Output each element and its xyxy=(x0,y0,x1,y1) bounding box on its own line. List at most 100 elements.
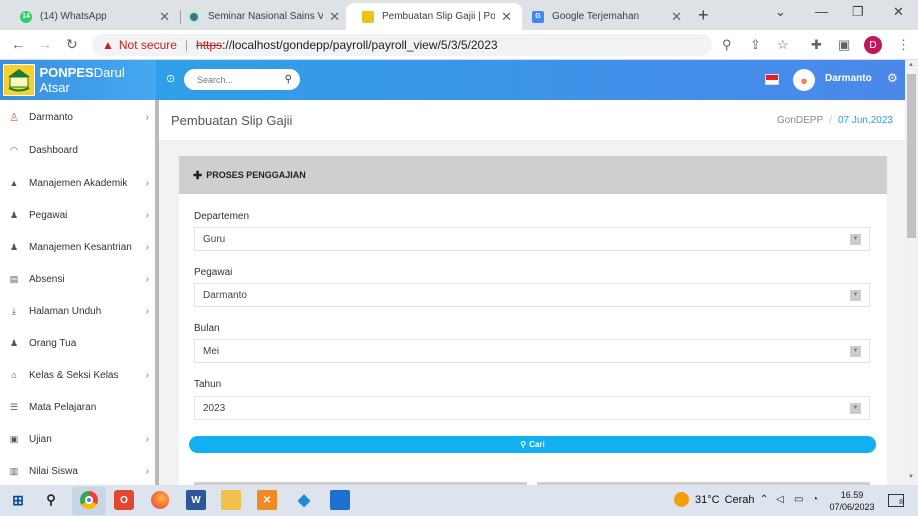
chevron-right-icon: › xyxy=(145,241,149,253)
search-icon[interactable]: ⚲ xyxy=(285,74,292,85)
page-scrollbar[interactable]: ▲ ▼ xyxy=(905,60,918,485)
forward-arrow-icon[interactable]: → xyxy=(38,36,52,52)
share-icon[interactable]: ⇪ xyxy=(750,37,761,53)
address-bar: ← → ↻ ▲ Not secure | https ://localhost/… xyxy=(0,30,918,60)
sidebar-item-kelas-seksi-kelas[interactable]: ⌂ Kelas & Seksi Kelas › xyxy=(0,359,155,391)
sidebar-item-manajemen-akademik[interactable]: ▲ Manajemen Akademik › xyxy=(0,167,155,199)
header-username[interactable]: Darmanto xyxy=(825,73,872,84)
tab-search-button[interactable]: ⌄ xyxy=(775,4,786,20)
sun-icon xyxy=(674,492,689,507)
bookmark-star-icon[interactable]: ☆ xyxy=(777,37,789,53)
clock-date: 07/06/2023 xyxy=(829,502,875,512)
close-tab-icon[interactable]: ✕ xyxy=(671,9,682,25)
chevron-right-icon: › xyxy=(145,209,149,221)
sidebar-item-ujian[interactable]: ▣ Ujian › xyxy=(0,423,155,455)
search-button-label: Cari xyxy=(529,440,545,449)
tahun-select[interactable]: 2023 ▼ xyxy=(194,396,870,420)
file-explorer-icon[interactable] xyxy=(221,490,241,510)
menu-icon[interactable]: ⋮ xyxy=(897,37,910,53)
tab-pembuatan-slip-gajii[interactable]: Pembuatan Slip Gajii | Pondok ✕ xyxy=(346,3,522,30)
brand-name: PONPESDarul Atsar xyxy=(39,65,125,95)
sidebar-item-nilai-siswa[interactable]: ▥ Nilai Siswa › xyxy=(0,455,155,485)
warning-icon[interactable]: ▲ xyxy=(102,38,114,52)
wifi-icon[interactable]: ◔ xyxy=(812,494,818,505)
xampp-icon[interactable]: ✕ xyxy=(257,490,277,510)
back-arrow-icon[interactable]: ← xyxy=(11,36,25,52)
brand[interactable]: PONPESDarul Atsar xyxy=(0,60,156,100)
tab-seminar[interactable]: Seminar Nasional Sains VI – Un ✕ xyxy=(172,3,350,30)
tab-google-terjemahan[interactable]: G Google Terjemahan ✕ xyxy=(516,3,692,30)
departemen-select[interactable]: Guru ▼ xyxy=(194,227,870,251)
sidebar-item-pegawai[interactable]: ♟ Pegawai › xyxy=(0,199,155,231)
sidebar-item-user[interactable]: ♙ Darmanto › xyxy=(0,101,155,133)
briefcase-icon: ▣ xyxy=(9,433,19,444)
extensions-icon[interactable]: ✚ xyxy=(811,37,822,53)
scrollbar-thumb[interactable] xyxy=(907,74,916,238)
browser-tab-strip: 14 (14) WhatsApp ✕ Seminar Nasional Sain… xyxy=(0,0,918,30)
sidebar-item-orang-tua[interactable]: ♟ Orang Tua xyxy=(0,327,155,359)
photos-icon[interactable] xyxy=(330,490,350,510)
office-icon[interactable]: O xyxy=(114,490,134,510)
notification-icon[interactable]: 8 xyxy=(888,494,904,507)
maximize-button[interactable]: ❐ xyxy=(852,4,864,20)
sidebar-item-mata-pelajaran[interactable]: ☰ Mata Pelajaran xyxy=(0,391,155,423)
zoom-icon[interactable]: ⚲ xyxy=(722,37,732,53)
indonesia-flag-icon[interactable] xyxy=(765,74,779,85)
breadcrumb-home[interactable]: GonDEPP xyxy=(777,115,823,126)
windows-start-icon[interactable]: ⊞ xyxy=(8,490,28,510)
clock-time: 16.59 xyxy=(840,490,864,500)
gear-icon[interactable]: ⚙ xyxy=(887,71,898,85)
side-panel-icon[interactable]: ▣ xyxy=(838,37,850,53)
building-icon: ⌂ xyxy=(11,370,17,380)
security-label[interactable]: Not secure xyxy=(119,38,177,52)
sidebar-item-halaman-unduh[interactable]: ⤓ Halaman Unduh › xyxy=(0,295,155,327)
minimize-button[interactable]: — xyxy=(815,4,828,19)
sidebar-item-label: Manajemen Kesantrian xyxy=(29,241,132,253)
search-button[interactable]: ⚲ Cari xyxy=(189,436,876,453)
sidebar-item-manajemen-kesantrian[interactable]: ♟ Manajemen Kesantrian › xyxy=(0,231,155,263)
vscode-icon[interactable]: ◆ xyxy=(294,490,314,510)
close-tab-icon[interactable]: ✕ xyxy=(329,9,340,25)
taskbar-clock[interactable]: 16.59 07/06/2023 xyxy=(822,489,882,513)
tab-whatsapp[interactable]: 14 (14) WhatsApp ✕ xyxy=(4,3,180,30)
search-placeholder[interactable]: Search... xyxy=(197,75,285,85)
scroll-down-icon[interactable]: ▼ xyxy=(908,474,914,480)
payroll-process-card: ✚ PROSES PENGGAJIAN Departemen Guru ▼ Pe… xyxy=(179,156,887,485)
profile-avatar[interactable]: D xyxy=(864,36,882,54)
reload-icon[interactable]: ↻ xyxy=(66,36,78,53)
volume-icon[interactable]: ◁ xyxy=(776,494,784,505)
monitor-icon[interactable]: ▭ xyxy=(794,494,803,505)
chevron-up-icon[interactable]: ⌃ xyxy=(760,494,768,505)
weather-desc: Cerah xyxy=(724,493,755,506)
bulan-select[interactable]: Mei ▼ xyxy=(194,339,870,363)
weather-widget[interactable]: 31°C Cerah xyxy=(674,492,755,507)
sidebar-item-label: Halaman Unduh xyxy=(29,305,102,317)
close-tab-icon[interactable]: ✕ xyxy=(501,9,512,25)
user-avatar[interactable]: ● xyxy=(793,69,815,91)
chevron-down-icon: ▼ xyxy=(850,233,861,245)
users-icon: ♟ xyxy=(9,337,19,348)
new-tab-button[interactable]: + xyxy=(698,5,709,26)
close-tab-icon[interactable]: ✕ xyxy=(159,9,170,25)
word-icon[interactable]: W xyxy=(186,490,206,510)
pegawai-select[interactable]: Darmanto ▼ xyxy=(194,283,870,307)
tab-title: (14) WhatsApp xyxy=(40,11,107,22)
chevron-right-icon: › xyxy=(145,369,149,381)
sidebar: ♙ Darmanto › ◠ Dashboard ▲ Manajemen Aka… xyxy=(0,100,155,485)
sidebar-item-label: Darmanto xyxy=(29,111,73,123)
close-window-button[interactable]: ✕ xyxy=(893,4,904,20)
scroll-up-icon[interactable]: ▲ xyxy=(908,62,914,68)
sidebar-toggle-icon[interactable]: ⊙ xyxy=(166,72,175,85)
sidebar-item-label: Nilai Siswa xyxy=(29,465,78,477)
sidebar-item-label: Pegawai xyxy=(29,209,68,221)
url-field[interactable]: ▲ Not secure | https ://localhost/gondep… xyxy=(92,34,712,56)
search-icon[interactable]: ⚲ xyxy=(41,490,61,510)
chrome-icon[interactable] xyxy=(79,490,99,510)
sidebar-item-absensi[interactable]: ▤ Absensi › xyxy=(0,263,155,295)
sidebar-item-dashboard[interactable]: ◠ Dashboard xyxy=(0,134,155,166)
search-input[interactable]: Search... ⚲ xyxy=(184,69,300,90)
firefox-icon[interactable] xyxy=(150,490,170,510)
user-icon: ♙ xyxy=(9,111,19,124)
chevron-down-icon: ▼ xyxy=(850,402,861,414)
dashboard-icon: ◠ xyxy=(10,144,18,155)
